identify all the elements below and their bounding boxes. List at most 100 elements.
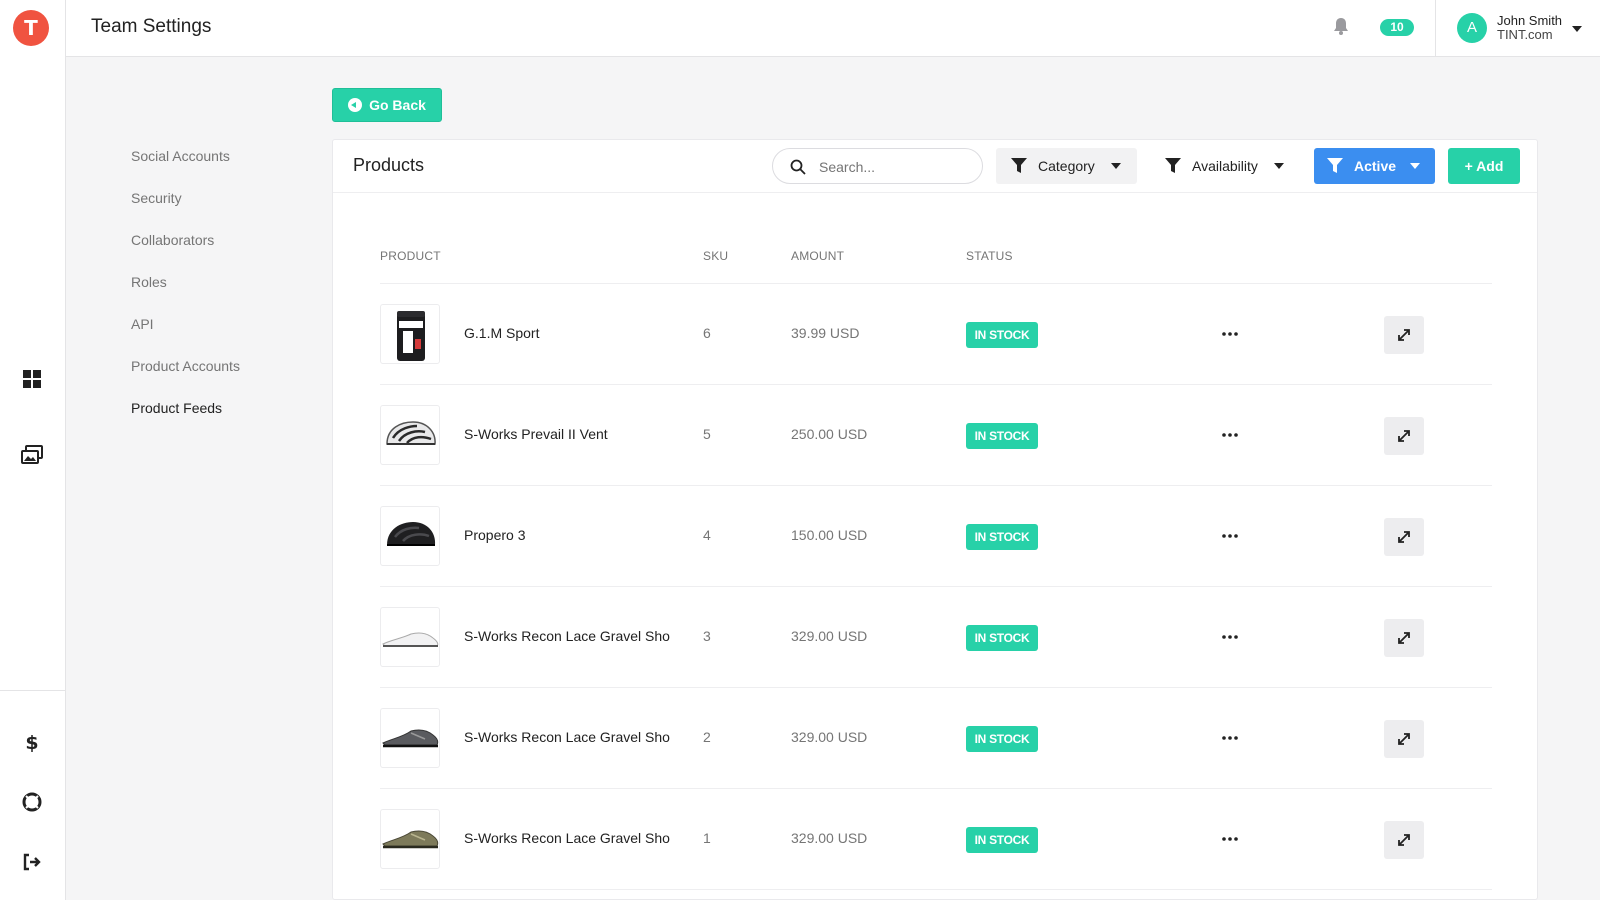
nav-item-security[interactable]: Security	[131, 190, 182, 206]
notification-count-badge[interactable]: 10	[1380, 19, 1414, 36]
table-row[interactable]: S-Works Recon Lace Gravel Sho 2 329.00 U…	[380, 688, 1492, 789]
arrow-left-circle-icon	[348, 98, 363, 112]
category-filter-button[interactable]: Category	[996, 148, 1137, 184]
product-amount: 329.00 USD	[791, 830, 868, 846]
product-name: S-Works Prevail II Vent	[464, 426, 608, 442]
go-back-button[interactable]: Go Back	[332, 88, 442, 122]
expand-icon	[1398, 632, 1410, 644]
availability-filter-button[interactable]: Availability	[1151, 148, 1296, 184]
product-thumbnail	[380, 405, 440, 465]
search-input[interactable]	[819, 158, 969, 176]
product-thumbnail	[380, 304, 440, 364]
add-product-button[interactable]: + Add	[1448, 148, 1520, 184]
category-filter-label: Category	[1038, 158, 1095, 174]
top-header: Team Settings 10 A John Smith TINT.com	[66, 0, 1600, 57]
nav-item-social-accounts[interactable]: Social Accounts	[131, 148, 230, 164]
table-row[interactable]: S-Works Recon Lace Gravel Sho 1 329.00 U…	[380, 789, 1492, 890]
logo-letter: T	[24, 16, 38, 40]
chevron-down-icon	[1410, 163, 1421, 169]
user-name[interactable]: John Smith	[1497, 13, 1562, 28]
product-sku: 4	[703, 527, 711, 543]
product-amount: 329.00 USD	[791, 628, 868, 644]
nav-item-api[interactable]: API	[131, 316, 154, 332]
sign-out-icon[interactable]	[19, 849, 45, 875]
gallery-icon[interactable]	[19, 442, 45, 468]
rail-divider	[0, 690, 66, 691]
nav-item-roles[interactable]: Roles	[131, 274, 167, 290]
table-row[interactable]: S-Works Recon Lace Gravel Sho 3 329.00 U…	[380, 587, 1492, 688]
search-icon	[790, 159, 806, 175]
bell-icon[interactable]	[1333, 17, 1353, 39]
table-header: PRODUCT SKU AMOUNT STATUS	[380, 249, 1492, 284]
nav-item-collaborators[interactable]: Collaborators	[131, 232, 214, 248]
expand-button[interactable]	[1384, 821, 1424, 859]
products-table: G.1.M Sport 6 39.99 USD IN STOCK S-Works…	[380, 284, 1492, 890]
product-amount: 250.00 USD	[791, 426, 868, 442]
table-row[interactable]: S-Works Prevail II Vent 5 250.00 USD IN …	[380, 385, 1492, 486]
status-badge: IN STOCK	[966, 726, 1038, 752]
status-badge: IN STOCK	[966, 524, 1038, 550]
search-box[interactable]	[772, 148, 983, 184]
product-thumbnail	[380, 607, 440, 667]
status-badge: IN STOCK	[966, 827, 1038, 853]
product-name: S-Works Recon Lace Gravel Sho	[464, 628, 670, 644]
expand-icon	[1398, 430, 1410, 442]
expand-icon	[1398, 329, 1410, 341]
expand-button[interactable]	[1384, 619, 1424, 657]
product-thumbnail	[380, 506, 440, 566]
more-options-icon[interactable]	[1220, 426, 1240, 444]
products-title: Products	[353, 155, 425, 175]
column-header-amount[interactable]: AMOUNT	[791, 249, 844, 263]
dollar-icon[interactable]: $	[19, 729, 45, 755]
column-header-sku[interactable]: SKU	[703, 249, 728, 263]
more-options-icon[interactable]	[1220, 527, 1240, 545]
product-amount: 150.00 USD	[791, 527, 868, 543]
product-name: S-Works Recon Lace Gravel Sho	[464, 729, 670, 745]
more-options-icon[interactable]	[1220, 325, 1240, 343]
product-amount: 39.99 USD	[791, 325, 860, 341]
filter-icon	[1327, 158, 1343, 173]
user-menu-chevron-down-icon[interactable]	[1572, 26, 1582, 32]
status-badge: IN STOCK	[966, 625, 1038, 651]
product-name: G.1.M Sport	[464, 325, 540, 341]
expand-button[interactable]	[1384, 417, 1424, 455]
more-options-icon[interactable]	[1220, 628, 1240, 646]
column-header-product[interactable]: PRODUCT	[380, 249, 441, 263]
header-separator	[1435, 0, 1436, 57]
expand-icon	[1398, 733, 1410, 745]
product-sku: 3	[703, 628, 711, 644]
product-sku: 1	[703, 830, 711, 846]
more-options-icon[interactable]	[1220, 729, 1240, 747]
filter-icon	[1011, 158, 1027, 173]
chevron-down-icon	[1273, 163, 1284, 169]
product-sku: 5	[703, 426, 711, 442]
more-options-icon[interactable]	[1220, 830, 1240, 848]
products-header: Products Category Availability Active + …	[333, 140, 1537, 193]
user-org[interactable]: TINT.com	[1497, 27, 1553, 42]
product-name: S-Works Recon Lace Gravel Sho	[464, 830, 670, 846]
expand-icon	[1398, 531, 1410, 543]
nav-item-product-feeds[interactable]: Product Feeds	[131, 400, 222, 416]
table-row[interactable]: G.1.M Sport 6 39.99 USD IN STOCK	[380, 284, 1492, 385]
expand-icon	[1398, 834, 1410, 846]
tint-logo[interactable]: T	[13, 10, 49, 46]
expand-button[interactable]	[1384, 720, 1424, 758]
chevron-down-icon	[1110, 163, 1121, 169]
product-name: Propero 3	[464, 527, 526, 543]
status-badge: IN STOCK	[966, 423, 1038, 449]
table-row[interactable]: Propero 3 4 150.00 USD IN STOCK	[380, 486, 1492, 587]
nav-item-product-accounts[interactable]: Product Accounts	[131, 358, 240, 374]
avatar[interactable]: A	[1457, 13, 1487, 43]
column-header-status[interactable]: STATUS	[966, 249, 1013, 263]
expand-button[interactable]	[1384, 518, 1424, 556]
active-filter-button[interactable]: Active	[1314, 148, 1435, 184]
product-sku: 6	[703, 325, 711, 341]
product-thumbnail	[380, 708, 440, 768]
go-back-label: Go Back	[369, 97, 426, 113]
availability-filter-label: Availability	[1192, 158, 1258, 174]
expand-button[interactable]	[1384, 316, 1424, 354]
filter-icon	[1165, 158, 1181, 173]
lifebuoy-icon[interactable]	[19, 789, 45, 815]
grid-icon[interactable]	[19, 366, 45, 392]
product-amount: 329.00 USD	[791, 729, 868, 745]
